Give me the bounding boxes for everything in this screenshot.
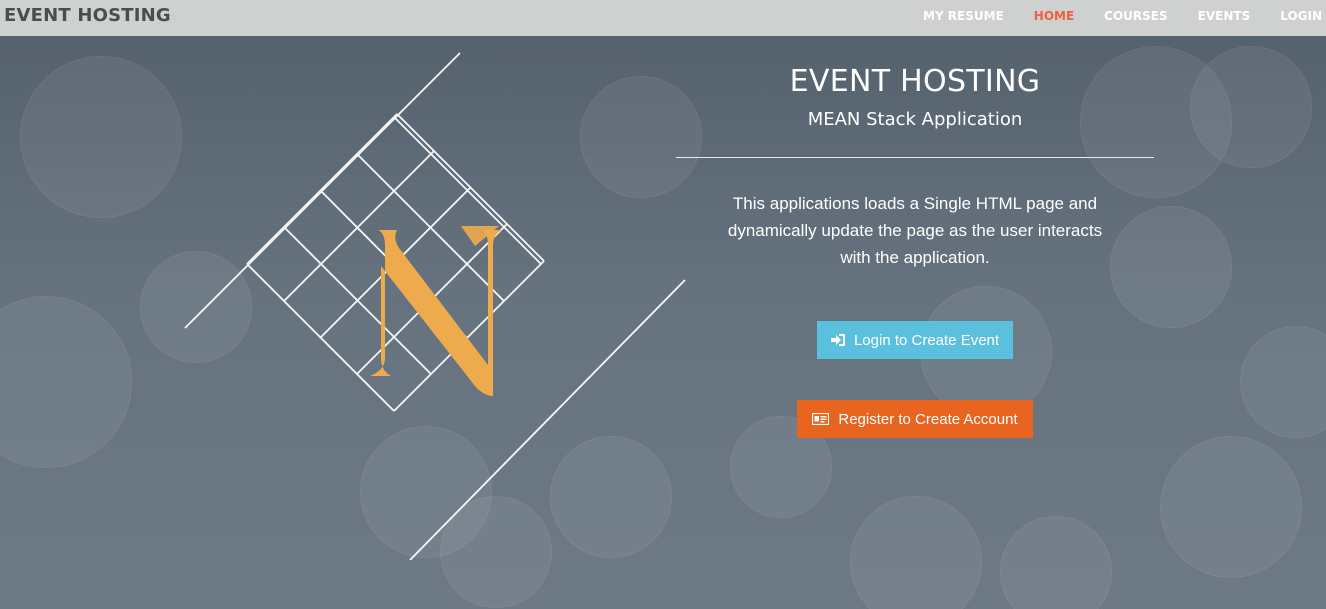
sign-in-icon bbox=[830, 334, 845, 346]
bokeh-circle bbox=[0, 296, 132, 468]
hero-divider bbox=[676, 157, 1154, 158]
register-button[interactable]: Register to Create Account bbox=[797, 400, 1033, 438]
hero-content: EVENT HOSTING MEAN Stack Application Thi… bbox=[676, 36, 1154, 438]
id-card-icon bbox=[812, 413, 830, 425]
nav-link-login[interactable]: LOGIN bbox=[1280, 9, 1322, 23]
nav-link-events[interactable]: EVENTS bbox=[1198, 9, 1251, 23]
login-button[interactable]: Login to Create Event bbox=[817, 321, 1013, 359]
top-navbar: EVENT HOSTING MY RESUME HOME COURSES EVE… bbox=[0, 0, 1326, 36]
bokeh-circle bbox=[20, 56, 182, 218]
bokeh-circle bbox=[850, 496, 982, 609]
hero-title: EVENT HOSTING bbox=[789, 64, 1041, 99]
bokeh-circle bbox=[1190, 46, 1312, 168]
page: EVENT HOSTING MY RESUME HOME COURSES EVE… bbox=[0, 0, 1326, 609]
nav-link-home[interactable]: HOME bbox=[1034, 9, 1074, 23]
nav-links: MY RESUME HOME COURSES EVENTS LOGIN bbox=[893, 9, 1322, 23]
login-button-label: Login to Create Event bbox=[853, 331, 1000, 349]
logo-monogram bbox=[370, 226, 502, 396]
logo-icon bbox=[184, 52, 686, 560]
nav-link-my-resume[interactable]: MY RESUME bbox=[923, 9, 1004, 23]
register-button-label: Register to Create Account bbox=[838, 410, 1018, 428]
bokeh-circle bbox=[1240, 326, 1326, 438]
bokeh-circle bbox=[1000, 516, 1112, 609]
hero-description: This applications loads a Single HTML pa… bbox=[727, 194, 1103, 267]
hero-subtitle: MEAN Stack Application bbox=[807, 109, 1023, 130]
nav-link-courses[interactable]: COURSES bbox=[1104, 9, 1167, 23]
brand-title[interactable]: EVENT HOSTING bbox=[4, 5, 171, 26]
bokeh-circle bbox=[1160, 436, 1302, 578]
